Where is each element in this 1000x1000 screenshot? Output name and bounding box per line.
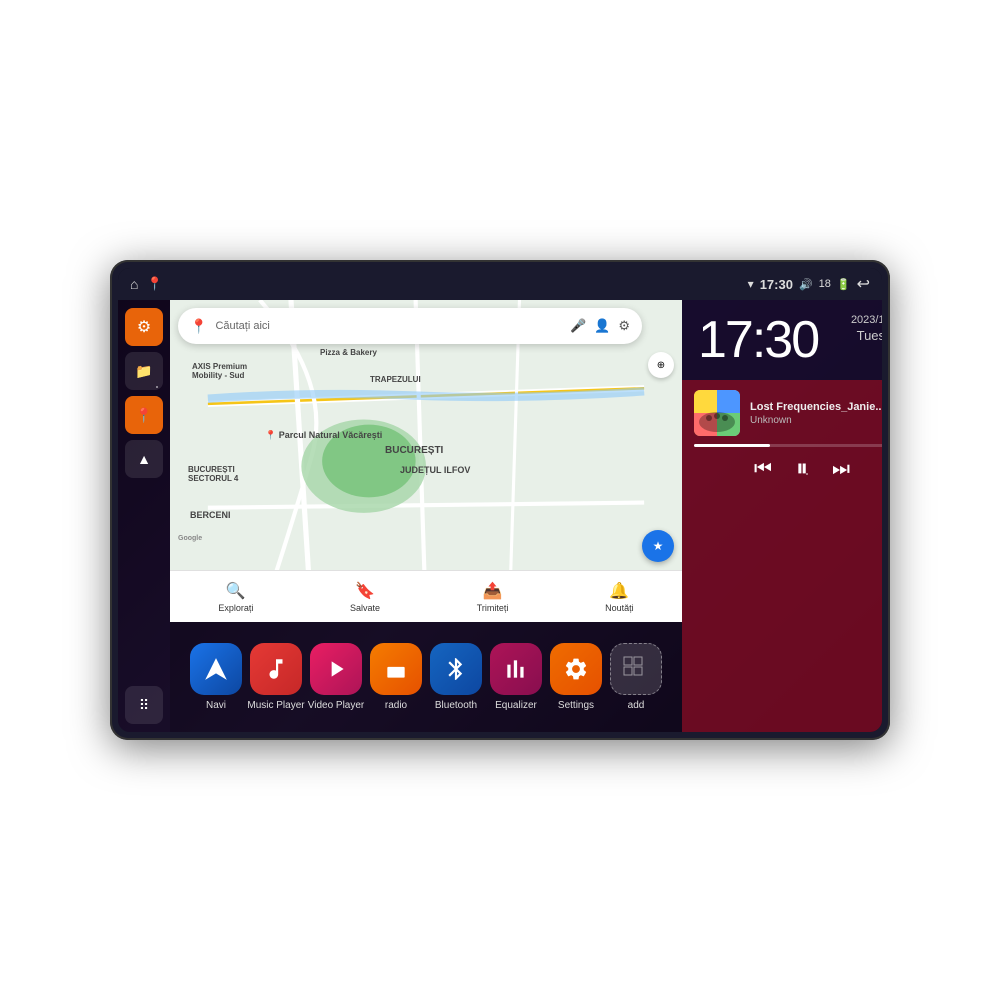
- map-nav-send[interactable]: 📤 Trimiteți: [477, 581, 509, 613]
- map-fab-btn[interactable]: ★: [642, 530, 674, 562]
- maps-status-icon[interactable]: 📍: [146, 276, 162, 292]
- send-icon: 📤: [483, 581, 503, 601]
- map-container[interactable]: 📍 Căutați aici 🎤 👤 ⚙ AXIS PremiumMobilit…: [170, 300, 682, 622]
- news-label: Noutăți: [605, 603, 634, 613]
- map-nav-explore[interactable]: 🔍 Explorați: [218, 581, 253, 613]
- map-label-trap: TRAPEZULUI: [370, 375, 421, 384]
- equalizer-icon: [490, 643, 542, 695]
- music-progress-bar[interactable]: [694, 444, 882, 447]
- music-info: Lost Frequencies_Janie... Unknown: [750, 401, 882, 426]
- car-head-unit: ⌂ 📍 ▾ 17:30 🔊 18 🔋 ↩: [110, 260, 890, 740]
- main-area: ⚙ 📁 📍 ▲ ⠿: [118, 300, 882, 732]
- next-track-btn[interactable]: ⏭: [832, 458, 850, 481]
- status-time: 17:30: [760, 277, 793, 292]
- left-sidebar: ⚙ 📁 📍 ▲ ⠿: [118, 300, 170, 732]
- map-search-bar[interactable]: 📍 Căutați aici 🎤 👤 ⚙: [178, 308, 642, 344]
- bluetooth-icon: [430, 643, 482, 695]
- screen: ⌂ 📍 ▾ 17:30 🔊 18 🔋 ↩: [118, 268, 882, 732]
- equalizer-label: Equalizer: [495, 700, 537, 711]
- home-icon[interactable]: ⌂: [130, 276, 138, 292]
- saved-icon: 🔖: [355, 581, 375, 601]
- menu-icon[interactable]: ⚙: [618, 318, 630, 334]
- explore-label: Explorați: [218, 603, 253, 613]
- music-widget: Lost Frequencies_Janie... Unknown ⏮ ⏸ ⏭: [682, 380, 882, 732]
- album-art: [694, 390, 740, 436]
- app-radio[interactable]: radio: [366, 643, 426, 711]
- music-controls: ⏮ ⏸ ⏭: [694, 455, 882, 483]
- clock-date: 2023/12/12 Tuesday: [851, 314, 882, 343]
- map-label-pizza: Pizza & Bakery: [320, 348, 377, 357]
- clock-time: 17:30: [698, 314, 818, 366]
- clock-day: Tuesday: [851, 328, 882, 343]
- sidebar-settings-btn[interactable]: ⚙: [125, 308, 163, 346]
- map-label-buc: BUCUREȘTI: [385, 445, 443, 456]
- music-artist: Unknown: [750, 415, 882, 426]
- map-label-google: Google: [178, 535, 202, 542]
- sidebar-files-btn[interactable]: 📁: [125, 352, 163, 390]
- map-label-axis: AXIS PremiumMobility - Sud: [192, 362, 247, 380]
- map-bottom-nav: 🔍 Explorați 🔖 Salvate 📤 Trimiteți �: [170, 570, 682, 622]
- app-music-player[interactable]: Music Player: [246, 643, 306, 711]
- saved-label: Salvate: [350, 603, 380, 613]
- map-label-berceni: BERCENI: [190, 510, 231, 520]
- right-panel: 17:30 2023/12/12 Tuesday: [682, 300, 882, 732]
- sidebar-nav-btn[interactable]: ▲: [125, 440, 163, 478]
- sidebar-grid-btn[interactable]: ⠿: [125, 686, 163, 724]
- map-label-s4: BUCUREȘTISECTORUL 4: [188, 465, 238, 483]
- clock-widget: 17:30 2023/12/12 Tuesday: [682, 300, 882, 380]
- files-icon: 📁: [135, 363, 152, 380]
- prev-track-btn[interactable]: ⏮: [754, 458, 772, 481]
- status-bar: ⌂ 📍 ▾ 17:30 🔊 18 🔋 ↩: [118, 268, 882, 300]
- map-pin-icon: 📍: [135, 407, 152, 424]
- navi-icon: [190, 643, 242, 695]
- map-search-text[interactable]: Căutați aici: [215, 320, 562, 332]
- sidebar-maps-btn[interactable]: 📍: [125, 396, 163, 434]
- app-video-player[interactable]: Video Player: [306, 643, 366, 711]
- radio-icon: [370, 643, 422, 695]
- app-grid: Navi Music Player Video Player: [170, 622, 682, 732]
- music-track-info: Lost Frequencies_Janie... Unknown: [694, 390, 882, 436]
- settings-app-icon: [550, 643, 602, 695]
- volume-icon: 🔊: [799, 278, 813, 291]
- music-progress-fill: [694, 444, 770, 447]
- video-player-label: Video Player: [308, 700, 365, 711]
- mic-icon[interactable]: 🎤: [570, 318, 586, 334]
- battery-icon: 🔋: [837, 278, 851, 291]
- map-label-parc: 📍 Parcul Natural Văcărești: [265, 430, 382, 441]
- news-icon: 🔔: [609, 581, 629, 601]
- navi-label: Navi: [206, 700, 226, 711]
- google-maps-icon: 📍: [190, 318, 207, 335]
- clock-year-date: 2023/12/12: [851, 314, 882, 326]
- settings-icon: ⚙: [137, 317, 151, 337]
- explore-icon: 🔍: [226, 581, 246, 601]
- settings-label: Settings: [558, 700, 594, 711]
- bluetooth-label: Bluetooth: [435, 700, 477, 711]
- music-player-icon: [250, 643, 302, 695]
- send-label: Trimiteți: [477, 603, 509, 613]
- play-pause-btn[interactable]: ⏸: [796, 455, 808, 483]
- map-label-ilfov: JUDEȚUL ILFOV: [400, 465, 470, 475]
- center-content: 📍 Căutați aici 🎤 👤 ⚙ AXIS PremiumMobilit…: [170, 300, 682, 732]
- music-title: Lost Frequencies_Janie...: [750, 401, 882, 413]
- music-player-label: Music Player: [247, 700, 304, 711]
- battery-level: 18: [819, 278, 831, 290]
- wifi-icon: ▾: [748, 277, 754, 291]
- map-compass[interactable]: ⊕: [648, 352, 674, 378]
- account-icon[interactable]: 👤: [594, 318, 610, 334]
- app-navi[interactable]: Navi: [186, 643, 246, 711]
- add-icon: [610, 643, 662, 695]
- grid-icon: ⠿: [139, 697, 149, 714]
- app-bluetooth[interactable]: Bluetooth: [426, 643, 486, 711]
- app-add[interactable]: add: [606, 643, 666, 711]
- map-nav-saved[interactable]: 🔖 Salvate: [350, 581, 380, 613]
- back-icon[interactable]: ↩: [857, 274, 870, 294]
- nav-arrow-icon: ▲: [137, 451, 151, 467]
- video-player-icon: [310, 643, 362, 695]
- map-nav-news[interactable]: 🔔 Noutăți: [605, 581, 634, 613]
- radio-label: radio: [385, 700, 407, 711]
- add-label: add: [628, 700, 645, 711]
- app-equalizer[interactable]: Equalizer: [486, 643, 546, 711]
- app-settings[interactable]: Settings: [546, 643, 606, 711]
